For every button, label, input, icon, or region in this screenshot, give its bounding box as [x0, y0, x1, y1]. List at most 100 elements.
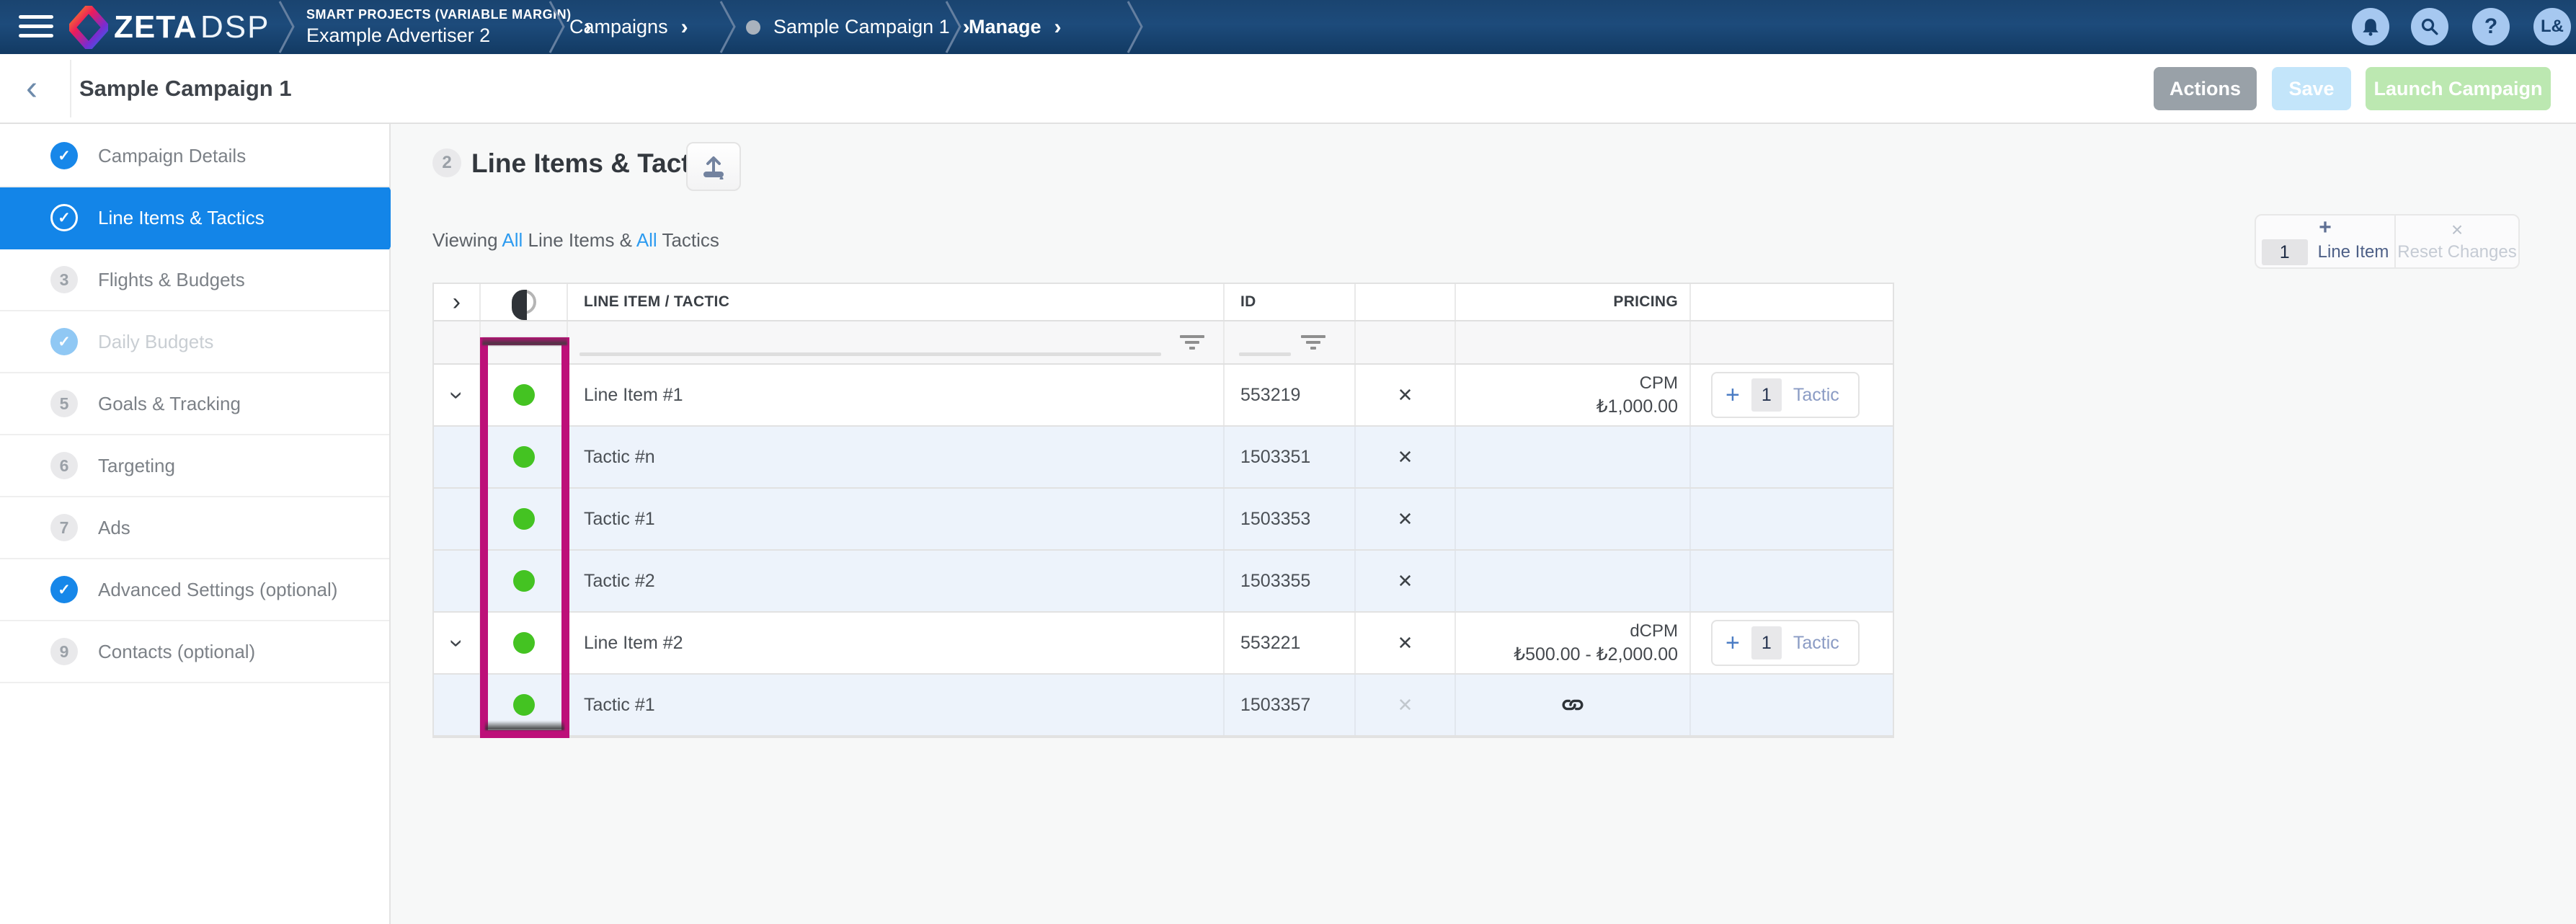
- step-number-badge: 9: [50, 638, 78, 665]
- breadcrumb-separator: [548, 0, 567, 54]
- actions-button[interactable]: Actions: [2154, 67, 2257, 110]
- breadcrumb-separator: [1126, 0, 1145, 54]
- line-item-filter-input[interactable]: [568, 321, 1225, 363]
- top-navbar: ZETA DSP SMART PROJECTS (VARIABLE MARGIN…: [0, 0, 2576, 54]
- upload-button[interactable]: [686, 142, 741, 191]
- sidebar-item-contacts[interactable]: 9 Contacts (optional): [0, 621, 389, 683]
- delete-icon[interactable]: ✕: [1398, 446, 1413, 468]
- add-tactic-control[interactable]: + 1 Tactic: [1711, 620, 1860, 666]
- line-item-name: Line Item #2: [568, 613, 1225, 673]
- search-icon: [2420, 17, 2440, 37]
- sidebar-item-daily-budgets[interactable]: ✓ Daily Budgets: [0, 311, 389, 373]
- plus-icon: +: [2319, 218, 2332, 238]
- project-label: SMART PROJECTS (VARIABLE MARGIN): [306, 7, 572, 22]
- campaign-header: ‹ Sample Campaign 1 Actions Save Launch …: [0, 54, 2576, 124]
- sidebar-item-campaign-details[interactable]: ✓ Campaign Details: [0, 125, 389, 187]
- sidebar-item-goals-tracking[interactable]: 5 Goals & Tracking: [0, 373, 389, 435]
- expand-all-icon[interactable]: ›: [453, 288, 461, 316]
- step-number-badge: 5: [50, 390, 78, 417]
- breadcrumb-campaign[interactable]: Sample Campaign 1 ›: [746, 0, 970, 54]
- step-number-badge: 6: [50, 452, 78, 479]
- user-avatar[interactable]: L&: [2533, 8, 2571, 45]
- breadcrumb-separator: [944, 0, 963, 54]
- back-icon[interactable]: ‹: [26, 58, 37, 119]
- delete-icon[interactable]: ✕: [1398, 384, 1413, 407]
- avatar-initials: L&: [2541, 17, 2564, 37]
- reset-changes-button[interactable]: × Reset Changes: [2396, 216, 2518, 267]
- breadcrumb-campaigns[interactable]: Campaigns ›: [569, 0, 688, 54]
- breadcrumb-separator: [277, 0, 296, 54]
- step-number-badge: 3: [50, 266, 78, 293]
- tactic-name: Tactic #1: [568, 675, 1225, 735]
- sidebar-item-advanced-settings[interactable]: ✓ Advanced Settings (optional): [0, 559, 389, 621]
- breadcrumb-separator: [719, 0, 737, 54]
- col-header-id: ID: [1225, 284, 1356, 320]
- line-item-name: Line Item #1: [568, 365, 1225, 425]
- campaign-steps-sidebar: ✓ Campaign Details ✓ Line Items & Tactic…: [0, 124, 391, 924]
- table-row-tactic[interactable]: Tactic #n 1503351 ✕: [434, 427, 1893, 489]
- status-dot-green: [513, 632, 535, 654]
- table-row-tactic[interactable]: Tactic #1 1503353 ✕: [434, 489, 1893, 551]
- bell-icon: [2360, 17, 2381, 37]
- hamburger-menu-icon[interactable]: [19, 15, 53, 39]
- divider: [70, 60, 71, 117]
- chevron-down-icon[interactable]: ›: [443, 639, 471, 647]
- status-dot-green: [513, 384, 535, 406]
- tactic-id: 1503357: [1225, 675, 1356, 735]
- plus-icon[interactable]: +: [1726, 381, 1740, 409]
- col-header-pricing: PRICING: [1456, 284, 1691, 320]
- page-title: Sample Campaign 1: [79, 54, 292, 123]
- table-row-tactic-linked[interactable]: Tactic #1 1503357 ✕: [434, 675, 1893, 737]
- check-icon: ✓: [50, 576, 78, 603]
- notifications-button[interactable]: [2352, 8, 2389, 45]
- add-tactic-control[interactable]: + 1 Tactic: [1711, 372, 1860, 418]
- tactic-id: 1503351: [1225, 427, 1356, 487]
- sidebar-item-targeting[interactable]: 6 Targeting: [0, 435, 389, 497]
- launch-campaign-button[interactable]: Launch Campaign: [2366, 67, 2551, 110]
- line-items-table: › LINE ITEM / TACTIC ID PRICING: [432, 283, 1894, 738]
- upload-icon: [701, 154, 727, 179]
- tactic-id: 1503355: [1225, 551, 1356, 611]
- status-dot-green: [513, 570, 535, 592]
- search-button[interactable]: [2411, 8, 2448, 45]
- filter-icon[interactable]: [1301, 335, 1325, 350]
- chevron-right-icon: ›: [681, 15, 688, 40]
- brand-zeta: ZETA: [114, 9, 197, 45]
- tactic-count-input[interactable]: 1: [1751, 378, 1782, 412]
- app-screen: ZETA DSP SMART PROJECTS (VARIABLE MARGIN…: [0, 0, 2576, 924]
- brand-dsp: DSP: [200, 9, 270, 45]
- filter-icon[interactable]: [1180, 335, 1204, 350]
- delete-icon[interactable]: ✕: [1398, 570, 1413, 592]
- sidebar-item-ads[interactable]: 7 Ads: [0, 497, 389, 559]
- all-line-items-link[interactable]: All: [502, 229, 523, 251]
- add-line-item-button[interactable]: + 1 Line Item: [2256, 216, 2396, 267]
- link-icon[interactable]: [1556, 688, 1589, 721]
- breadcrumb-manage[interactable]: Manage ›: [969, 0, 1062, 54]
- line-item-id: 553219: [1225, 365, 1356, 425]
- chevron-down-icon[interactable]: ›: [443, 391, 471, 399]
- table-row-tactic[interactable]: Tactic #2 1503355 ✕: [434, 551, 1893, 613]
- delete-icon[interactable]: ✕: [1398, 694, 1413, 716]
- plus-icon[interactable]: +: [1726, 629, 1740, 657]
- help-icon: ?: [2484, 14, 2497, 39]
- check-icon: ✓: [50, 142, 78, 169]
- contrast-status-icon[interactable]: [512, 290, 536, 314]
- status-dot-green: [513, 694, 535, 716]
- save-button[interactable]: Save: [2272, 67, 2351, 110]
- pricing-cell: dCPM ₺500.00 - ₺2,000.00: [1456, 613, 1691, 673]
- step-number-badge: 7: [50, 514, 78, 541]
- tactic-name: Tactic #2: [568, 551, 1225, 611]
- line-item-count-input[interactable]: 1: [2262, 239, 2308, 265]
- table-row-line-item-1[interactable]: › Line Item #1 553219 ✕ CPM ₺1,000.00 + …: [434, 365, 1893, 427]
- help-button[interactable]: ?: [2472, 8, 2510, 45]
- step-number-badge: 2: [432, 148, 461, 177]
- id-filter-input[interactable]: [1225, 321, 1356, 363]
- delete-icon[interactable]: ✕: [1398, 508, 1413, 530]
- sidebar-item-flights-budgets[interactable]: 3 Flights & Budgets: [0, 249, 389, 311]
- tactic-count-input[interactable]: 1: [1751, 626, 1782, 659]
- table-row-line-item-2[interactable]: › Line Item #2 553221 ✕ dCPM ₺500.00 - ₺…: [434, 613, 1893, 675]
- all-tactics-link[interactable]: All: [636, 229, 657, 251]
- sidebar-item-line-items-tactics[interactable]: ✓ Line Items & Tactics: [0, 187, 389, 249]
- status-dot-green: [513, 446, 535, 468]
- delete-icon[interactable]: ✕: [1398, 632, 1413, 654]
